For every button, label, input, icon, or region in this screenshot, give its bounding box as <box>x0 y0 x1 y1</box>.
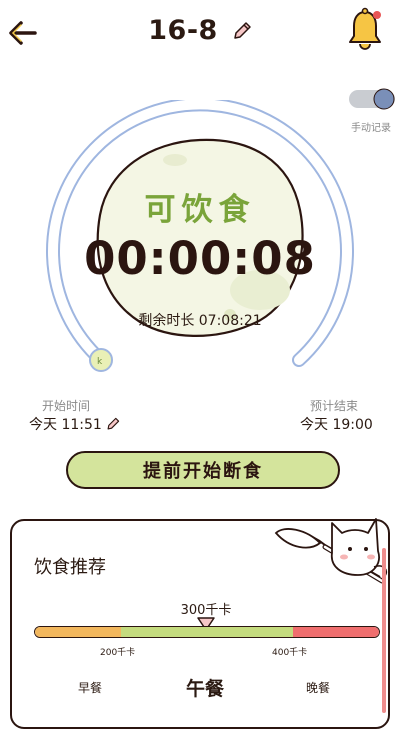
start-fasting-early-button[interactable]: 提前开始断食 <box>66 451 340 489</box>
start-time-label: 开始时间 <box>42 399 91 413</box>
diet-recommendation-title: 饮食推荐 <box>34 557 106 578</box>
start-time-value[interactable]: 今天 11:51 <box>29 414 120 434</box>
plan-title-text: 16-8 <box>148 15 218 46</box>
kcal-ok-segment <box>121 627 293 637</box>
meal-tab-lunch[interactable]: 午餐 <box>186 674 224 701</box>
end-time-value: 今天 19:00 <box>300 417 373 433</box>
meal-tab-breakfast[interactable]: 早餐 <box>78 679 102 696</box>
kcal-max-label: 400千卡 <box>272 648 308 658</box>
kcal-min-label: 200千卡 <box>100 648 136 658</box>
start-time-text: 今天 11:51 <box>29 417 102 433</box>
edit-pencil-icon[interactable] <box>232 21 252 41</box>
kcal-low-segment <box>35 627 121 637</box>
plan-title[interactable]: 16-8 <box>0 14 400 46</box>
cat-spoon-illustration <box>274 518 388 584</box>
notification-dot <box>373 11 381 19</box>
remaining-time: 剩余时长 07:08:21 <box>138 313 262 329</box>
elapsed-timer: 00:00:08 <box>84 232 316 285</box>
end-time-label: 预计结束 <box>310 399 359 413</box>
bell-icon <box>349 7 381 50</box>
svg-text:k: k <box>97 357 103 367</box>
edit-pencil-icon[interactable] <box>106 417 120 431</box>
card-scrollbar[interactable] <box>382 548 386 713</box>
kcal-range-bar <box>34 626 380 638</box>
reminder-button[interactable] <box>344 6 386 54</box>
eating-status: 可饮食 <box>144 192 256 228</box>
kcal-high-segment <box>293 627 379 637</box>
meal-tab-dinner[interactable]: 晚餐 <box>306 679 330 696</box>
